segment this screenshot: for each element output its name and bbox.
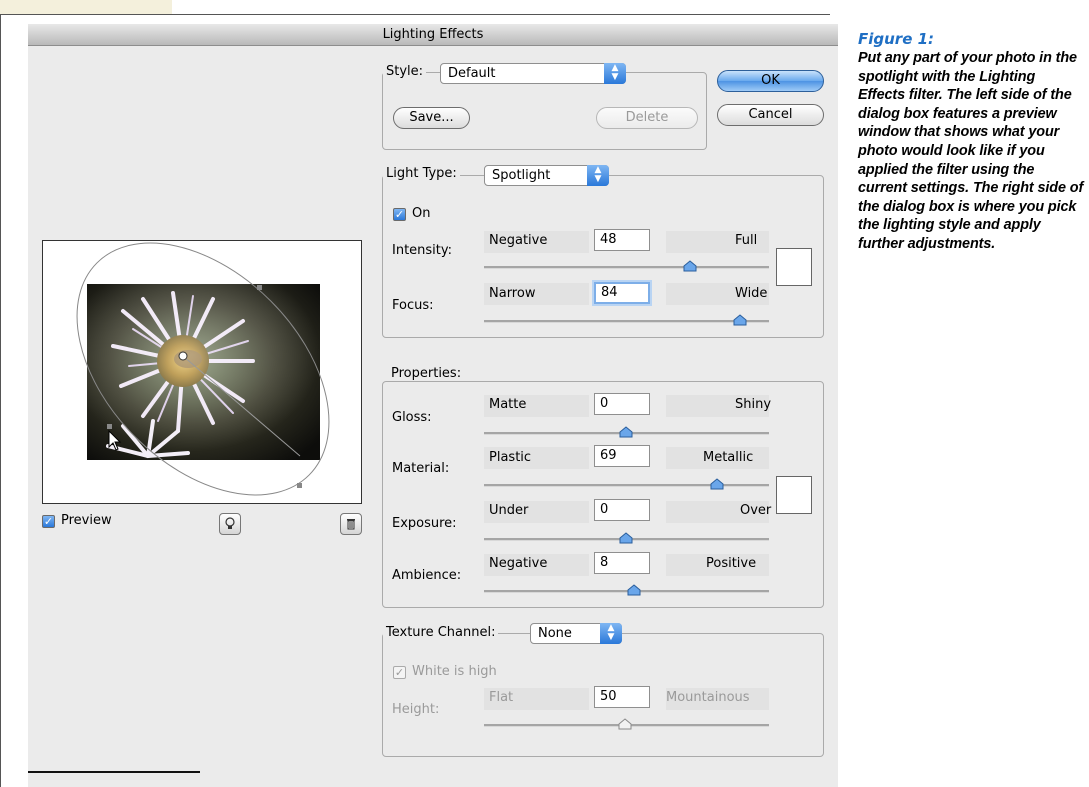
ambience-left-label: Negative xyxy=(489,556,548,571)
ambience-value: 8 xyxy=(600,555,609,570)
save-button-label: Save... xyxy=(409,110,454,125)
material-left-label: Plastic xyxy=(489,450,532,465)
page-border-top xyxy=(0,14,830,15)
light-on-checkbox[interactable]: ✓ xyxy=(393,208,406,221)
style-popup[interactable]: Default ▲ ▼ xyxy=(440,63,626,84)
light-type-value: Spotlight xyxy=(492,168,551,183)
height-label: Height: xyxy=(392,702,440,717)
gloss-right-label: Shiny xyxy=(735,397,772,412)
save-button[interactable]: Save... xyxy=(393,107,470,129)
intensity-right-label: Full xyxy=(735,233,758,248)
intensity-input[interactable]: 48 xyxy=(594,229,650,251)
height-value: 50 xyxy=(600,689,617,704)
delete-button[interactable]: Delete xyxy=(596,107,698,129)
preview-label: Preview xyxy=(61,513,112,528)
material-slider-track[interactable] xyxy=(484,484,769,487)
preview-image xyxy=(76,242,330,496)
ambient-color-swatch[interactable] xyxy=(776,476,812,514)
material-input[interactable]: 69 xyxy=(594,445,650,467)
focus-left-label: Narrow xyxy=(489,286,536,301)
tab-strip xyxy=(0,0,172,14)
focus-slider-track[interactable] xyxy=(484,320,769,323)
new-light-button[interactable] xyxy=(219,513,241,535)
ambience-label: Ambience: xyxy=(392,568,462,583)
light-on-label: On xyxy=(412,206,431,221)
gloss-label: Gloss: xyxy=(392,410,432,425)
updown-arrows-icon: ▲ ▼ xyxy=(587,165,609,186)
figure-caption-title: Figure 1: xyxy=(858,30,935,48)
ok-button[interactable]: OK xyxy=(717,70,824,92)
delete-button-label: Delete xyxy=(625,110,669,125)
ok-button-label: OK xyxy=(761,73,780,88)
intensity-value: 48 xyxy=(600,232,617,247)
gloss-input[interactable]: 0 xyxy=(594,393,650,415)
focus-input[interactable]: 84 xyxy=(594,282,650,304)
focus-value: 84 xyxy=(601,285,618,300)
style-value: Default xyxy=(448,66,496,81)
cancel-button[interactable]: Cancel xyxy=(717,104,824,126)
focus-label: Focus: xyxy=(392,298,434,313)
lightbulb-icon xyxy=(225,517,235,529)
style-label: Style: xyxy=(383,64,427,79)
gloss-left-label: Matte xyxy=(489,397,527,412)
exposure-right-label: Over xyxy=(740,503,772,518)
intensity-slider-track[interactable] xyxy=(484,266,769,269)
light-type-popup[interactable]: Spotlight ▲ ▼ xyxy=(484,165,609,186)
page-border-left xyxy=(0,14,1,787)
exposure-left-label: Under xyxy=(489,503,529,518)
height-right-label: Mountainous xyxy=(666,690,750,705)
ambience-right-label: Positive xyxy=(706,556,757,571)
trash-icon xyxy=(347,519,355,530)
intensity-left-label: Negative xyxy=(489,233,548,248)
material-label: Material: xyxy=(392,461,450,476)
texture-channel-value: None xyxy=(538,626,572,641)
exposure-value: 0 xyxy=(600,502,609,517)
light-color-swatch[interactable] xyxy=(776,248,812,286)
material-value: 69 xyxy=(600,448,617,463)
properties-legend: Properties: xyxy=(388,366,465,381)
ambience-input[interactable]: 8 xyxy=(594,552,650,574)
light-type-label: Light Type: xyxy=(383,166,460,181)
bottom-rule xyxy=(28,771,200,773)
figure-caption-text: Put any part of your photo in the spotli… xyxy=(858,50,1084,252)
height-input[interactable]: 50 xyxy=(594,686,650,708)
gloss-value: 0 xyxy=(600,396,609,411)
updown-arrows-icon: ▲ ▼ xyxy=(600,623,622,644)
height-left-label: Flat xyxy=(489,690,514,705)
updown-arrows-icon: ▲ ▼ xyxy=(604,63,626,84)
delete-light-button[interactable] xyxy=(340,513,362,535)
dialog-title: Lighting Effects xyxy=(382,27,484,42)
white-is-high-checkbox[interactable]: ✓ xyxy=(393,666,406,679)
exposure-input[interactable]: 0 xyxy=(594,499,650,521)
texture-channel-label: Texture Channel: xyxy=(383,625,499,640)
cancel-button-label: Cancel xyxy=(748,107,793,122)
white-is-high-label: White is high xyxy=(412,664,497,679)
focus-right-label: Wide xyxy=(735,286,768,301)
material-right-label: Metallic xyxy=(703,450,754,465)
preview-checkbox[interactable]: ✓ xyxy=(42,515,55,528)
dialog-titlebar: Lighting Effects xyxy=(28,24,838,46)
preview-window[interactable] xyxy=(42,240,362,504)
intensity-label: Intensity: xyxy=(392,243,453,258)
exposure-label: Exposure: xyxy=(392,516,457,531)
texture-channel-popup[interactable]: None ▲ ▼ xyxy=(530,623,622,644)
